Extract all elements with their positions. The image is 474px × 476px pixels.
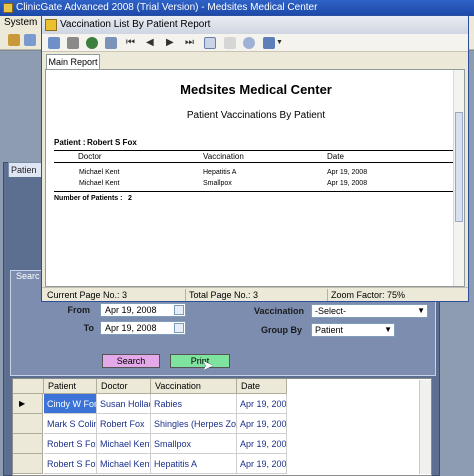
stop-icon[interactable] (224, 37, 236, 49)
grid-cell[interactable]: Smallpox (151, 434, 237, 454)
app-titlebar: ClinicGate Advanced 2008 (Trial Version)… (0, 0, 474, 16)
report-col-vaccination: Vaccination (203, 152, 244, 161)
report-divider (54, 150, 454, 151)
grid-header-patient[interactable]: Patient (44, 379, 97, 394)
toolbar-home-icon[interactable] (8, 34, 20, 46)
vaccination-select-value: -Select- (315, 306, 347, 316)
results-grid[interactable]: Patient Doctor Vaccination Date ▶ Cindy … (12, 378, 432, 476)
last-page-icon[interactable]: ⏭ (185, 37, 194, 49)
from-date-value: Apr 19, 2008 (105, 305, 157, 315)
report-subtitle: Patient Vaccinations By Patient (186, 110, 326, 121)
grid-cell[interactable]: Cindy W Fong (44, 394, 97, 414)
from-label: From (67, 305, 91, 315)
report-scrollbar-thumb[interactable] (455, 112, 463, 222)
app-logo-icon (3, 3, 13, 13)
print-icon[interactable] (67, 37, 79, 49)
calendar-icon[interactable] (174, 323, 184, 333)
report-divider (54, 191, 454, 192)
tab-main-report[interactable]: Main Report (46, 54, 100, 69)
first-page-icon[interactable]: ⏮ (126, 37, 135, 49)
report-titlebar[interactable]: Vaccination List By Patient Report (42, 16, 468, 34)
chevron-down-icon[interactable]: ▼ (276, 37, 283, 49)
report-viewer: Medsites Medical Center Patient Vaccinat… (45, 69, 465, 287)
grid-cell[interactable]: Shingles (Herpes Zoster) (151, 414, 237, 434)
report-row-vaccination: Hepatitis A (203, 169, 237, 176)
calendar-icon[interactable] (174, 305, 184, 315)
app-title: ClinicGate Advanced 2008 (Trial Version)… (16, 2, 318, 13)
grid-cell[interactable]: Apr 19, 2008 (237, 434, 287, 454)
grid-row-header[interactable] (13, 414, 43, 434)
grid-corner (13, 379, 44, 394)
search-group-label: Searc (14, 271, 42, 281)
grid-row-header[interactable] (13, 454, 43, 474)
report-col-date: Date (327, 152, 344, 161)
report-patients-count: 2 (128, 195, 132, 202)
report-row-date: Apr 19, 2008 (327, 169, 368, 176)
groupby-select-value: Patient (315, 325, 344, 335)
report-patients-label: Number of Patients : (54, 195, 123, 202)
grid-header-vaccination[interactable]: Vaccination (151, 379, 237, 394)
export-icon[interactable] (48, 37, 60, 49)
grid-cell[interactable]: Susan Hollack (97, 394, 151, 414)
search-button[interactable]: Search (102, 354, 160, 368)
report-window-title: Vaccination List By Patient Report (60, 19, 211, 30)
grid-cell[interactable]: Apr 19, 2008 (237, 414, 287, 434)
status-zoom: Zoom Factor: 75% (331, 290, 406, 300)
report-row-doctor: Michael Kent (79, 169, 120, 176)
toolbar-user-icon[interactable] (24, 34, 36, 46)
report-scrollbar[interactable] (453, 70, 464, 286)
grid-cell[interactable]: Hepatitis A (151, 454, 237, 474)
grid-cell[interactable]: Apr 19, 2008 (237, 454, 287, 474)
grid-cell[interactable]: Michael Kent (97, 454, 151, 474)
grid-cell[interactable]: Apr 19, 2008 (237, 394, 287, 414)
status-current-page: Current Page No.: 3 (44, 289, 186, 301)
vaccination-label: Vaccination (253, 306, 304, 316)
from-date-picker[interactable]: Apr 19, 2008 (100, 303, 186, 317)
report-window-icon (45, 19, 57, 31)
grid-cell[interactable]: Mark S Colins (44, 414, 97, 434)
grid-row-header[interactable] (13, 434, 43, 454)
report-patient-label: Patient : (54, 138, 86, 147)
previous-page-icon[interactable]: ◀ (146, 37, 154, 49)
report-row-vaccination: Smallpox (203, 180, 232, 187)
grid-row-header[interactable]: ▶ (13, 394, 43, 414)
chevron-down-icon: ▼ (417, 306, 425, 315)
report-toolbar: ⏮ ◀ ▶ ⏭ ▼ (42, 34, 468, 52)
groupby-label: Group By (260, 325, 302, 335)
current-row-arrow-icon: ▶ (19, 399, 26, 408)
next-page-icon[interactable]: ▶ (166, 37, 174, 49)
grid-scrollbar[interactable] (419, 380, 431, 474)
report-row-doctor: Michael Kent (79, 180, 120, 187)
copy-icon[interactable] (105, 37, 117, 49)
menu-system[interactable]: System (4, 17, 37, 28)
report-divider (54, 162, 454, 163)
grid-cell[interactable]: Rabies (151, 394, 237, 414)
grid-cell[interactable]: Robert Fox (97, 414, 151, 434)
report-patient-name: Robert S Fox (87, 138, 137, 147)
zoom-icon[interactable] (263, 37, 275, 49)
report-statusbar: Current Page No.: 3 Total Page No.: 3 Zo… (42, 287, 468, 301)
grid-cell[interactable]: Michael Kent (97, 434, 151, 454)
mouse-cursor-icon: ➤ (202, 357, 214, 373)
refresh-icon[interactable] (86, 37, 98, 49)
report-col-doctor: Doctor (78, 152, 102, 161)
vaccination-select[interactable]: -Select- ▼ (311, 304, 428, 318)
groupby-select[interactable]: Patient ▼ (311, 323, 395, 337)
chevron-down-icon: ▼ (384, 325, 392, 334)
status-total-page: Total Page No.: 3 (186, 289, 328, 301)
grid-header-doctor[interactable]: Doctor (97, 379, 151, 394)
grid-header-date[interactable]: Date (237, 379, 287, 394)
print-button[interactable]: Print (170, 354, 230, 368)
to-date-picker[interactable]: Apr 19, 2008 (100, 321, 186, 335)
grid-cell[interactable]: Robert S Fox (44, 454, 97, 474)
patient-tab[interactable]: Patien (8, 162, 42, 177)
goto-page-icon[interactable] (204, 37, 216, 49)
to-date-value: Apr 19, 2008 (105, 323, 157, 333)
to-label: To (83, 323, 94, 333)
grid-cell[interactable]: Robert S Fox (44, 434, 97, 454)
report-row-date: Apr 19, 2008 (327, 180, 368, 187)
search-icon[interactable] (243, 37, 255, 49)
report-org-title: Medsites Medical Center (180, 82, 332, 97)
